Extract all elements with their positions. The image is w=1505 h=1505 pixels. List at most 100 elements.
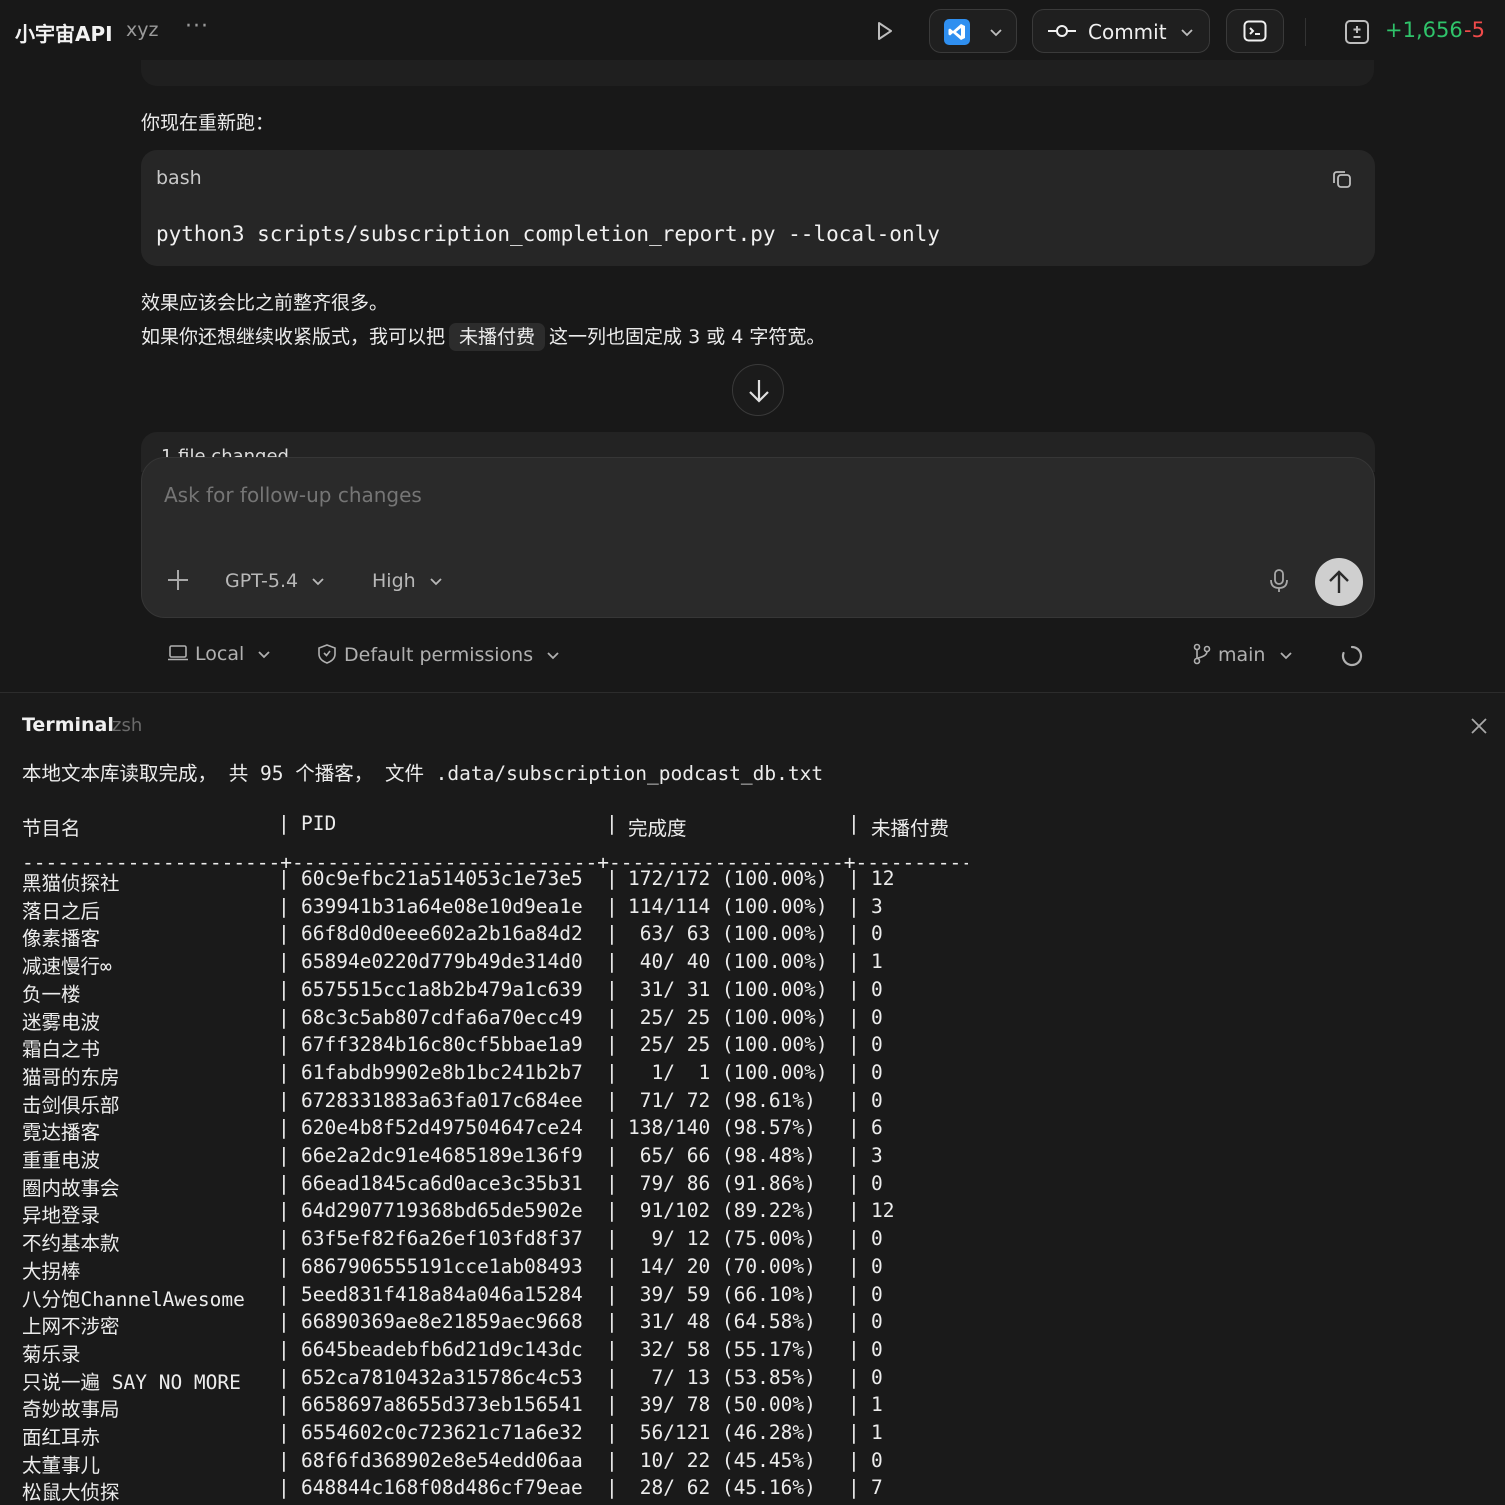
podcast-name: 八分饱ChannelAwesome: [22, 1287, 245, 1311]
environment-selector[interactable]: Local: [167, 643, 272, 665]
podcast-pid: 63f5ef82f6a26ef103fd8f37: [301, 1227, 583, 1251]
effort-selector[interactable]: High: [372, 570, 444, 592]
podcast-pid: 68f6fd368902e8e54edd06aa: [301, 1448, 583, 1472]
completion: 138/140 (98.57%): [628, 1116, 816, 1140]
laptop-icon: [168, 645, 188, 661]
column-divider: |: [278, 1060, 290, 1084]
column-header: PID: [301, 812, 337, 835]
unplayed-paid: 0: [871, 1282, 883, 1306]
scroll-to-bottom-button[interactable]: [732, 364, 784, 416]
column-divider: |: [848, 1421, 860, 1444]
column-divider: |: [606, 1227, 618, 1251]
column-divider: |: [848, 1337, 860, 1361]
table-row: 面红耳赤 | 6554602c0c723621c71a6e32 | 56/121 (4…: [22, 1421, 1002, 1449]
message-text: 这一列也固定成 3 或 4 字符宽。: [549, 326, 826, 348]
open-in-editor-button[interactable]: [929, 9, 1017, 53]
microphone-icon[interactable]: [1268, 568, 1290, 594]
git-branch-icon: [1193, 643, 1211, 665]
column-divider: |: [278, 1365, 290, 1389]
project-name[interactable]: xyz: [126, 19, 158, 41]
send-button[interactable]: [1315, 558, 1363, 606]
unplayed-paid: 0: [871, 1254, 883, 1278]
table-row: 只说一遍 SAY NO MORE | 652ca7810432a315786c4c5…: [22, 1365, 1002, 1394]
column-divider: |: [278, 867, 290, 890]
podcast-pid: 65894e0220d779b49de314d0: [301, 950, 583, 974]
column-divider: |: [606, 1060, 618, 1084]
table-row: 圈内故事会 | 66ead1845ca6d0ace3c35b31 | 79/ 86 (…: [22, 1171, 1002, 1200]
permissions-selector[interactable]: Default permissions: [316, 643, 561, 666]
column-divider: |: [606, 1337, 618, 1361]
unplayed-paid: 12: [871, 867, 895, 890]
completion: 40/ 40 (100.00%): [628, 950, 828, 974]
copy-icon[interactable]: [1331, 168, 1353, 190]
unplayed-paid: 0: [871, 1171, 883, 1195]
column-divider: |: [278, 1144, 290, 1167]
follow-up-input[interactable]: [162, 482, 1166, 508]
code-block: bash python3 scripts/subscription_comple…: [141, 150, 1375, 266]
completion: 14/ 20 (70.00%): [628, 1254, 816, 1278]
column-divider: |: [606, 922, 618, 946]
close-icon[interactable]: [1469, 716, 1489, 736]
column-divider: |: [848, 867, 860, 890]
column-divider: |: [278, 1310, 290, 1334]
column-divider: |: [606, 1282, 618, 1306]
plus-icon[interactable]: [166, 568, 190, 592]
toggle-terminal-button[interactable]: [1226, 9, 1284, 53]
play-icon[interactable]: [872, 19, 896, 43]
commit-button[interactable]: Commit: [1032, 9, 1210, 53]
column-divider: |: [848, 1116, 860, 1140]
column-divider: |: [848, 1033, 860, 1057]
diff-icon[interactable]: [1344, 19, 1370, 45]
completion: 71/ 72 (98.61%): [628, 1088, 816, 1112]
chevron-down-icon: [990, 29, 1002, 37]
podcast-pid: 66ead1845ca6d0ace3c35b31: [301, 1171, 583, 1195]
podcast-pid: 67ff3284b16c80cf5bbae1a9: [301, 1033, 583, 1057]
completion: 31/ 31 (100.00%): [628, 977, 828, 1001]
table-row: 松鼠大侦探 | 648844c168f08d486cf79eae | 28/ 62 (…: [22, 1476, 1002, 1504]
column-divider: |: [278, 1227, 290, 1251]
column-divider: |: [848, 1088, 860, 1112]
more-options-button[interactable]: ···: [185, 14, 209, 39]
completion: 1/ 1 (100.00%): [628, 1060, 828, 1084]
column-divider: |: [278, 977, 290, 1001]
terminal-panel[interactable]: Terminal zsh 本地文本库读取完成， 共 95 个播客， 文件 .da…: [0, 692, 1505, 1504]
completion: 28/ 62 (45.16%): [628, 1476, 816, 1500]
unplayed-paid: 3: [871, 894, 883, 918]
lines-added[interactable]: +1,656: [1385, 18, 1463, 42]
podcast-name: 负一楼: [22, 982, 81, 1006]
podcast-name: 松鼠大侦探: [22, 1481, 120, 1505]
table-row: 猫哥的东房 | 61fabdb9902e8b1bc241b2b7 | 1/ 1 (10…: [22, 1060, 1002, 1089]
completion: 65/ 66 (98.48%): [628, 1144, 816, 1167]
completion: 9/ 12 (75.00%): [628, 1227, 816, 1251]
branch-selector[interactable]: main: [1192, 643, 1294, 666]
composer: GPT-5.4 High: [141, 457, 1375, 618]
column-divider: |: [606, 894, 618, 918]
column-divider: |: [848, 812, 860, 835]
branch-label: main: [1218, 644, 1266, 666]
lines-removed[interactable]: -5: [1464, 18, 1485, 42]
column-divider: |: [278, 1005, 290, 1029]
chevron-down-icon: [430, 578, 442, 586]
podcast-name: 太董事儿: [22, 1453, 101, 1477]
completion: 32/ 58 (55.17%): [628, 1337, 816, 1361]
code-language: bash: [156, 167, 202, 189]
completion: 25/ 25 (100.00%): [628, 1005, 828, 1029]
column-divider: |: [848, 1282, 860, 1306]
permissions-label: Default permissions: [344, 644, 534, 666]
column-divider: |: [278, 1421, 290, 1444]
podcast-pid: 648844c168f08d486cf79eae: [301, 1476, 583, 1500]
column-divider: |: [606, 1199, 618, 1223]
column-divider: |: [278, 1171, 290, 1195]
table-row: 上网不涉密 | 66890369ae8e21859aec9668 | 31/ 48 (…: [22, 1310, 1002, 1338]
table-row: 八分饱ChannelAwesome | 5eed831f418a84a046a152…: [22, 1282, 1002, 1311]
podcast-pid: 6728331883a63fa017c684ee: [301, 1088, 583, 1112]
podcast-name: 重重电波: [22, 1149, 101, 1172]
commit-icon: [1048, 25, 1076, 37]
unplayed-paid: 7: [871, 1476, 883, 1500]
column-divider: |: [848, 977, 860, 1001]
model-selector[interactable]: GPT-5.4: [225, 570, 326, 592]
table-row: 奇妙故事局 | 6658697a8655d373eb156541 | 39/ 78 (…: [22, 1393, 1002, 1421]
terminal-output-header: 本地文本库读取完成， 共 95 个播客， 文件 .data/subscripti…: [22, 762, 824, 785]
unplayed-paid: 0: [871, 1448, 883, 1472]
column-divider: |: [606, 1448, 618, 1472]
